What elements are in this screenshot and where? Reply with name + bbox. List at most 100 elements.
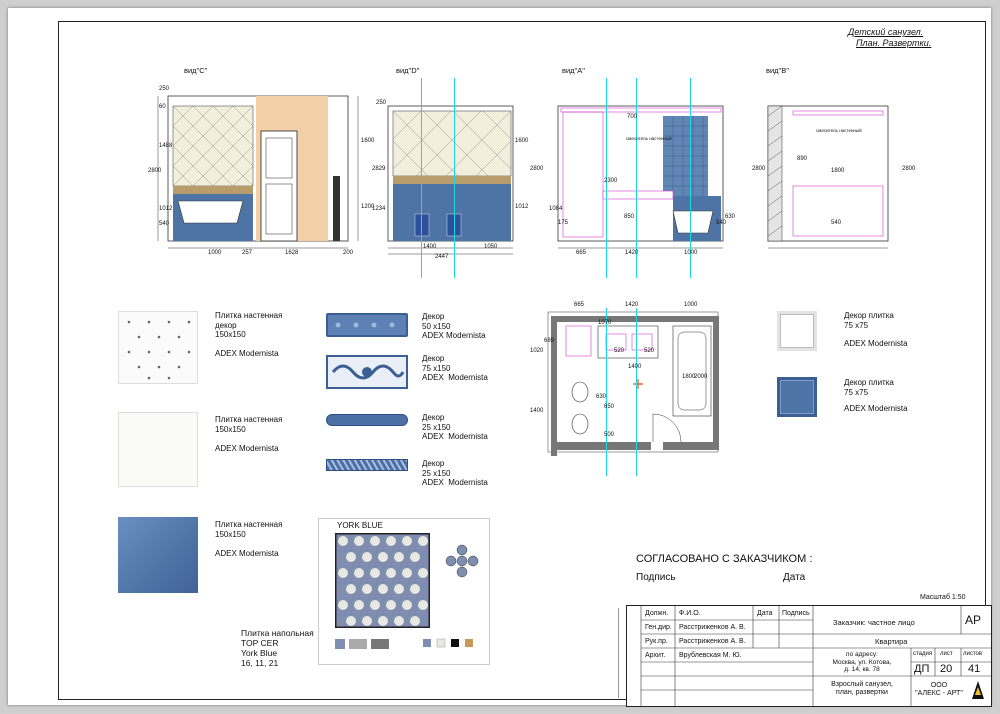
material-brand: ADEX Modernista	[215, 444, 279, 453]
dim-label: 200	[343, 250, 354, 256]
elevation-view-a	[557, 105, 724, 249]
floor-tile-color-chips	[335, 638, 473, 649]
decor-25x150-rope-swatch	[326, 459, 408, 471]
stamp-header-signature: Подпись	[782, 610, 810, 617]
dim-label: 2800	[752, 166, 766, 172]
stamp-row-name: Расстриженков А. В.	[679, 638, 746, 645]
dim-label: 250	[376, 100, 387, 106]
dim-label: 1400	[530, 408, 544, 414]
dim-label: 1084	[549, 206, 563, 212]
mixer-note: смеситель настенный	[816, 128, 862, 133]
dim-label: 1000	[208, 250, 222, 256]
dim-label: 1400	[628, 364, 642, 370]
stamp-header-name: Ф.И.О.	[679, 610, 701, 617]
dim-label: 1600	[515, 138, 529, 144]
stamp-customer: Заказчик: частное лицо	[833, 618, 915, 627]
floor-tile-header: YORK BLUE	[337, 521, 383, 530]
decor-75x150-swatch	[326, 355, 408, 389]
axis-line	[636, 78, 637, 278]
sheet-title-line-1: Детский санузел.	[848, 27, 924, 37]
dim-label: 1000	[684, 302, 698, 308]
stamp-row-role: Рук.пр.	[645, 638, 668, 645]
dim-label: 2800	[148, 168, 162, 174]
elevation-view-d	[387, 105, 514, 255]
material-label: Плитка настенная 150х150	[215, 520, 283, 539]
decor-pattern	[335, 322, 395, 328]
floor-tile-flower	[445, 544, 479, 578]
stamp-sheet-count: 41	[968, 663, 981, 675]
sheet-title: Детский санузел. План. Развертки.	[848, 27, 931, 49]
stamp-sheet-label: лист	[940, 651, 953, 657]
decor-75x75-blue-swatch	[777, 377, 817, 417]
dim-label: 1050	[484, 244, 498, 250]
material-brand: ADEX Modernista	[215, 349, 279, 358]
stamp-row-role: Архит.	[645, 652, 666, 659]
drawing-sheet: Детский санузел. План. Развертки. вид"С"…	[8, 8, 992, 707]
dim-label: 2829	[372, 166, 386, 172]
stamp-row-name: Расстриженков А. В.	[679, 624, 746, 631]
axis-line	[690, 78, 691, 278]
stamp-stage-label: стадия	[913, 651, 933, 657]
floor-tile-pattern	[335, 533, 430, 628]
stamp-sheets-label: листов	[963, 651, 983, 657]
wall-tile-decor-swatch	[118, 311, 198, 384]
stamp-row-name: Врублевская М. Ю.	[679, 652, 742, 659]
dim-label: 257	[242, 250, 253, 256]
stamp-object-type: Квартира	[875, 637, 908, 646]
dim-label: 630	[596, 394, 607, 400]
dim-label: 520	[644, 348, 655, 354]
wall-tile-white-swatch	[118, 412, 198, 487]
material-label: Декор 25 х150 ADEX Modernista	[422, 459, 488, 487]
dim-label: 630	[725, 214, 736, 220]
approval-title: СОГЛАСОВАНО С ЗАКАЗЧИКОМ :	[636, 553, 813, 565]
material-label: Декор плитка 75 х75	[844, 311, 894, 330]
dim-label: 250	[159, 86, 170, 92]
dim-label: 540	[159, 221, 170, 227]
dim-label: 1234	[372, 206, 386, 212]
dim-label: 520	[614, 348, 625, 354]
dim-label: 1012	[159, 206, 173, 212]
dim-label: 175	[558, 220, 569, 226]
dim-label: 890	[797, 156, 808, 162]
dim-label: 700	[627, 114, 638, 120]
material-label: Декор плитка 75 х75	[844, 378, 894, 397]
stamp-stage: ДП	[914, 663, 930, 675]
material-label: Декор 75 х150 ADEX Modernista	[422, 354, 488, 382]
axis-line	[454, 78, 455, 278]
fleur-pattern	[127, 320, 191, 380]
scale-label: Масштаб 1:50	[920, 594, 966, 601]
dim-label: 1000	[684, 250, 698, 256]
dim-label: 650	[604, 404, 615, 410]
dim-label: 1628	[285, 250, 299, 256]
approval-date-label: Дата	[783, 572, 806, 583]
dim-label: 1400	[423, 244, 437, 250]
dim-label: 2300	[604, 178, 618, 184]
company-logo-icon	[972, 681, 984, 699]
decor-25x150-swatch	[326, 414, 408, 426]
dim-label: 540	[831, 220, 842, 226]
dim-label: 540	[716, 220, 727, 226]
margin-strip	[618, 608, 625, 698]
dim-label: 2800	[530, 166, 544, 172]
axis-line	[421, 78, 422, 278]
decor-75x75-white-swatch	[777, 311, 817, 351]
dim-label: 1020	[530, 348, 544, 354]
decor-pattern	[331, 364, 405, 380]
dim-label: 1420	[625, 250, 639, 256]
decor-50x150-swatch	[326, 313, 408, 337]
floor-tile-label: Плитка напольная TOP CER York Blue 16, 1…	[241, 628, 314, 668]
stamp-content: Взрослый санузел, план, развертки	[831, 681, 893, 696]
dim-label: 665	[576, 250, 587, 256]
floor-plan	[547, 311, 719, 456]
dim-label: 500	[604, 432, 615, 438]
material-label: Плитка настенная 150х150	[215, 415, 283, 434]
elevation-view-c	[157, 95, 359, 249]
dim-label: 850	[624, 214, 635, 220]
material-label: Декор 25 х150 ADEX Modernista	[422, 413, 488, 441]
stamp-header-date: Дата	[757, 610, 773, 617]
approval-signature-label: Подпись	[636, 572, 676, 583]
view-a-label: вид"А"	[562, 66, 585, 75]
material-brand: ADEX Modernista	[215, 549, 279, 558]
stamp-row-role: Ген.дир.	[645, 624, 672, 631]
axis-line	[606, 308, 607, 476]
